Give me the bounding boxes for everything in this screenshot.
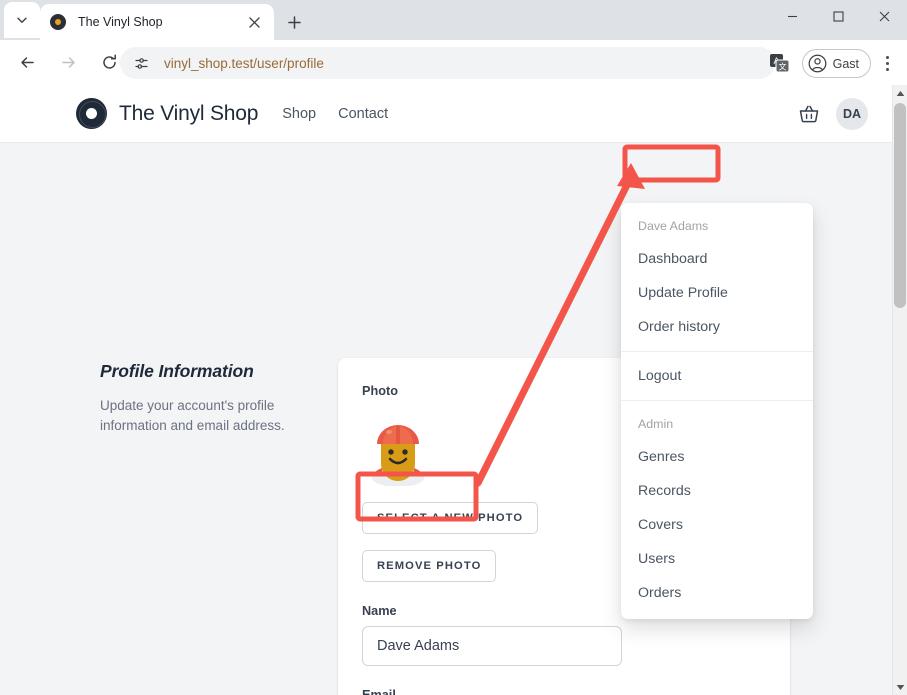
dropdown-item-update-profile[interactable]: Update Profile xyxy=(621,276,813,310)
page-description: Update your account's profile informatio… xyxy=(100,398,285,434)
back-button-icon[interactable] xyxy=(11,47,43,79)
email-form-group: Email xyxy=(362,688,766,695)
nav-link-contact[interactable]: Contact xyxy=(338,106,388,122)
profile-page-content: Profile Information Update your account'… xyxy=(0,143,892,695)
site-header: The Vinyl Shop Shop Contact DA xyxy=(0,85,892,143)
select-new-photo-button[interactable]: Select a new photo xyxy=(362,502,539,534)
site-nav: Shop Contact xyxy=(282,106,388,122)
tab-title: The Vinyl Shop xyxy=(78,15,163,29)
user-dropdown-menu: Dave Adams Dashboard Update Profile Orde… xyxy=(621,203,813,619)
site-header-actions: DA xyxy=(798,85,868,143)
dropdown-item-dashboard[interactable]: Dashboard xyxy=(621,242,813,276)
dropdown-item-records[interactable]: Records xyxy=(621,474,813,508)
dropdown-item-logout[interactable]: Logout xyxy=(621,359,813,393)
window-controls xyxy=(769,0,907,40)
account-circle-icon xyxy=(808,54,827,73)
dropdown-separator-2 xyxy=(621,400,813,401)
remove-photo-button[interactable]: Remove photo xyxy=(362,550,497,582)
browser-toolbar: vinyl_shop.test/user/profile A 文 Gast xyxy=(0,40,907,85)
close-tab-icon[interactable] xyxy=(244,12,264,32)
browser-profile-button[interactable]: Gast xyxy=(801,49,871,78)
url-text: vinyl_shop.test/user/profile xyxy=(164,55,324,71)
brand-name[interactable]: The Vinyl Shop xyxy=(119,102,258,126)
vertical-scrollbar[interactable] xyxy=(892,85,907,695)
tab-strip: The Vinyl Shop xyxy=(0,0,907,40)
vinyl-record-logo[interactable] xyxy=(76,98,107,129)
forward-button-icon[interactable] xyxy=(52,47,84,79)
scrollbar-thumb[interactable] xyxy=(894,103,906,308)
profile-section-label: Profile Information Update your account'… xyxy=(100,361,315,437)
svg-text:文: 文 xyxy=(779,62,787,72)
avatar[interactable]: DA xyxy=(836,98,868,130)
translate-icon[interactable]: A 文 xyxy=(768,51,792,75)
new-tab-button[interactable] xyxy=(280,8,308,36)
name-input[interactable] xyxy=(362,626,622,666)
scroll-up-arrow[interactable] xyxy=(893,85,907,101)
shopping-basket-icon[interactable] xyxy=(798,103,820,125)
maximize-window-button[interactable] xyxy=(815,0,861,32)
browser-tab[interactable]: The Vinyl Shop xyxy=(40,4,274,40)
kebab-menu-icon[interactable] xyxy=(875,50,899,76)
dropdown-item-orders[interactable]: Orders xyxy=(621,576,813,610)
page-viewport: The Vinyl Shop Shop Contact DA Profile I… xyxy=(0,85,892,695)
browser-window: The Vinyl Shop vinyl_shop.test/user/prof… xyxy=(0,0,907,695)
minimize-window-button[interactable] xyxy=(769,0,815,32)
tab-search-chevron-icon[interactable] xyxy=(4,2,40,38)
user-avatar-hardhat-character xyxy=(362,414,434,487)
dropdown-item-covers[interactable]: Covers xyxy=(621,508,813,542)
scroll-down-arrow[interactable] xyxy=(893,679,907,695)
page-title: Profile Information xyxy=(100,361,254,381)
browser-profile-label: Gast xyxy=(832,56,859,71)
dropdown-item-order-history[interactable]: Order history xyxy=(621,310,813,344)
tune-icon[interactable] xyxy=(128,50,154,76)
address-bar[interactable]: vinyl_shop.test/user/profile xyxy=(120,47,775,79)
dropdown-admin-heading: Admin xyxy=(638,417,674,431)
email-label: Email xyxy=(362,688,396,695)
dropdown-separator-1 xyxy=(621,351,813,352)
vinyl-record-favicon xyxy=(50,14,66,30)
dropdown-item-users[interactable]: Users xyxy=(621,542,813,576)
dropdown-user-name: Dave Adams xyxy=(638,219,709,233)
dropdown-item-genres[interactable]: Genres xyxy=(621,440,813,474)
close-window-button[interactable] xyxy=(861,0,907,32)
nav-link-shop[interactable]: Shop xyxy=(282,106,316,122)
